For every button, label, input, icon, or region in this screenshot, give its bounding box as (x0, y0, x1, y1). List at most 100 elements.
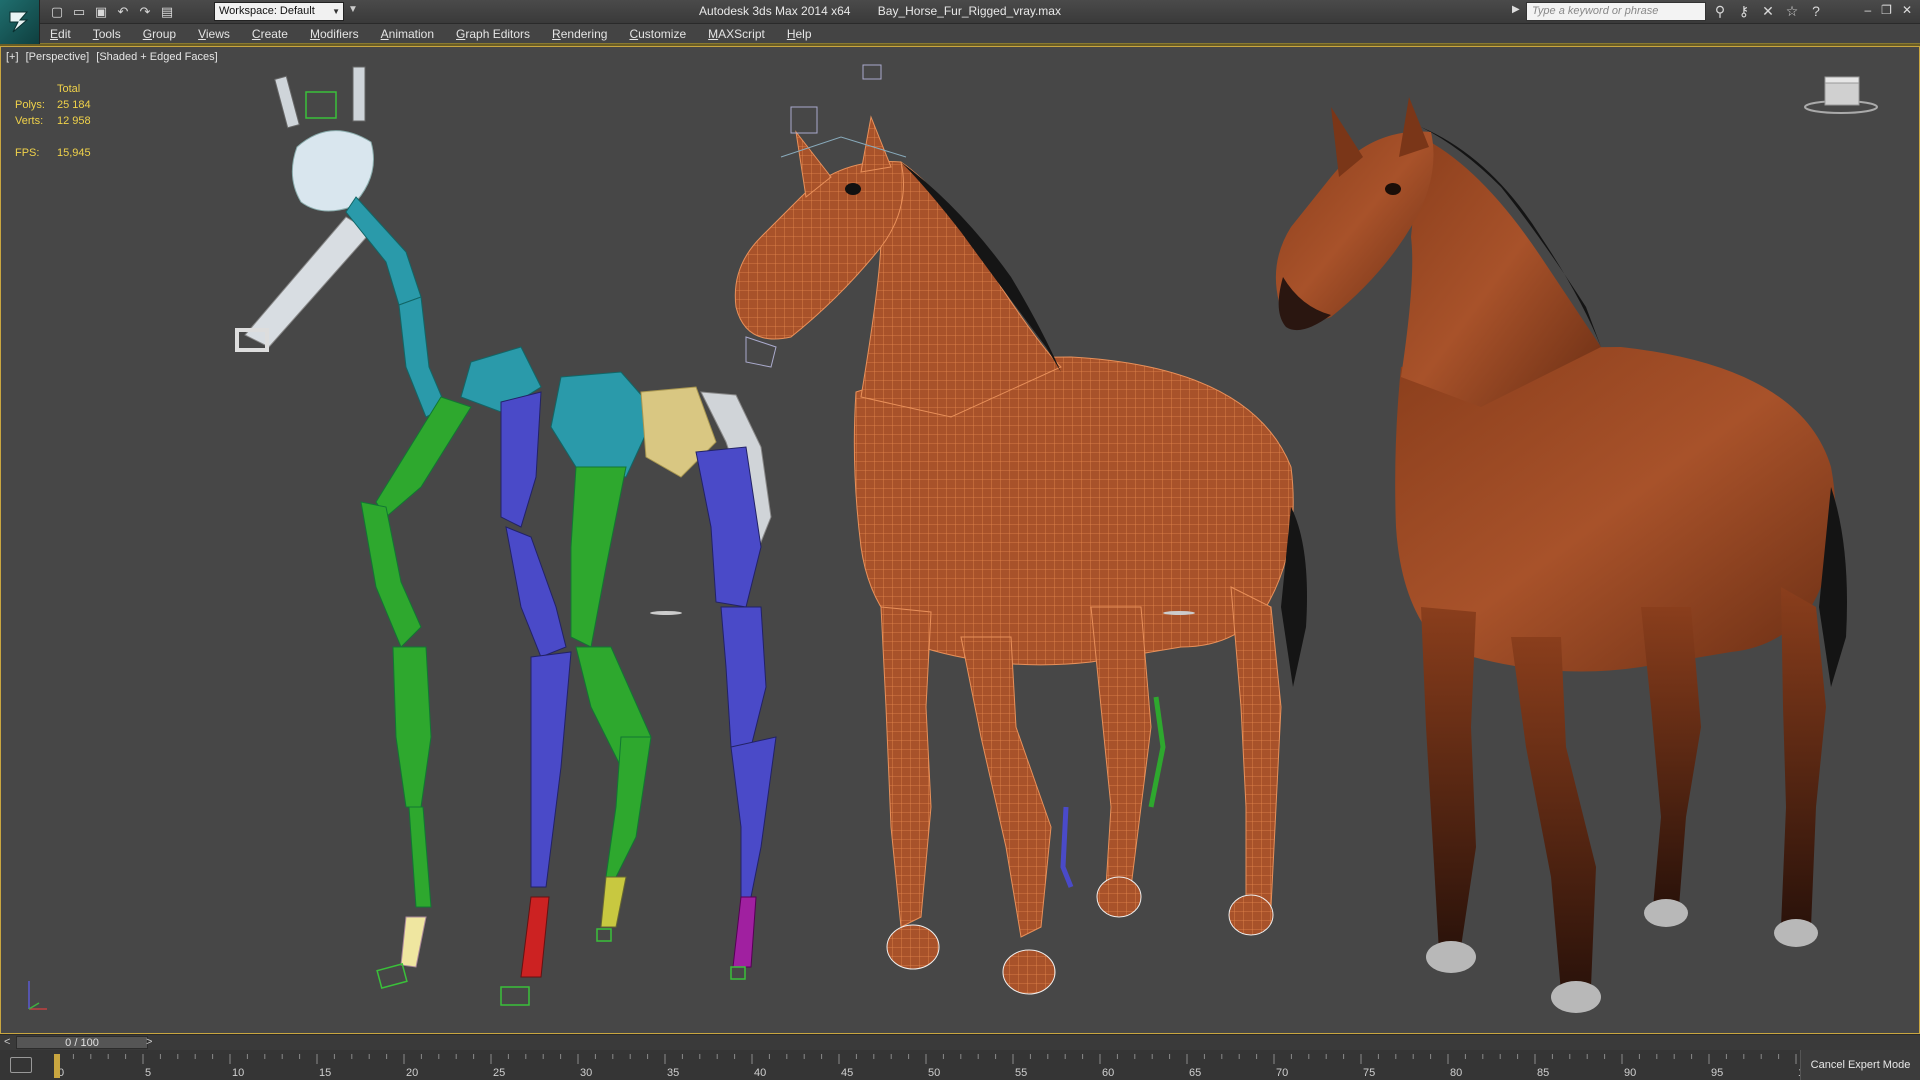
bone-rig[interactable] (235, 66, 777, 1006)
menu-maxscript[interactable]: MAXScript (708, 27, 765, 41)
restore-icon[interactable]: ❐ (1881, 3, 1892, 17)
open-file-icon[interactable]: ▭ (70, 3, 88, 21)
menu-bar: Edit Tools Group Views Create Modifiers … (40, 24, 1920, 44)
wire-hoof-2 (1002, 949, 1056, 995)
front-leg-cannon (408, 806, 432, 908)
binoculars-icon[interactable]: ⚲ (1712, 3, 1728, 20)
hind-left-lower (605, 736, 652, 878)
viewcube-icon[interactable] (1803, 73, 1879, 117)
ruler-tick-label: 35 (667, 1067, 679, 1079)
pivot-marker-2 (1163, 611, 1195, 615)
head-bone (291, 130, 374, 212)
menu-animation[interactable]: Animation (381, 27, 434, 41)
tools-icon[interactable]: ✕ (1760, 3, 1776, 20)
cancel-expert-mode-button[interactable]: Cancel Expert Mode (1800, 1050, 1920, 1080)
track-ruler[interactable]: 0510152025303540455055606570758085909510… (52, 1054, 1800, 1080)
file-name: Bay_Horse_Fur_Rigged_vray.max (877, 4, 1061, 18)
new-file-icon[interactable]: ▢ (48, 3, 66, 21)
search-expand-icon[interactable]: ▶ (1512, 4, 1520, 15)
horse-hoof-2 (1551, 981, 1601, 1013)
time-slider-prev[interactable]: < (4, 1036, 10, 1048)
jaw-control-box (745, 336, 777, 368)
scene-canvas[interactable] (1, 47, 1919, 1033)
ruler-tick-label: 45 (841, 1067, 853, 1079)
mini-curve-editor-icon[interactable] (10, 1057, 32, 1073)
ruler-tick-label: 10 (232, 1067, 244, 1079)
ruler-tick-label: 40 (754, 1067, 766, 1079)
project-folder-icon[interactable]: ▤ (158, 3, 176, 21)
pivot-marker-1 (650, 611, 682, 615)
menu-tools[interactable]: Tools (93, 27, 121, 41)
menu-edit[interactable]: Edit (50, 27, 71, 41)
wire-hoof-3 (1096, 876, 1142, 918)
ruler-tick-label: 60 (1102, 1067, 1114, 1079)
search-input[interactable]: Type a keyword or phrase (1526, 2, 1706, 21)
save-icon[interactable]: ▣ (92, 3, 110, 21)
front-right-hoof-control (500, 986, 530, 1006)
menu-create[interactable]: Create (252, 27, 288, 41)
ruler-tick-label: 85 (1537, 1067, 1549, 1079)
horse-hoof-1 (1426, 941, 1476, 973)
menu-modifiers[interactable]: Modifiers (310, 27, 359, 41)
front-leg-mid (360, 501, 422, 648)
help-icon[interactable]: ? (1808, 3, 1824, 20)
window-title: Autodesk 3ds Max 2014 x64 Bay_Horse_Fur_… (600, 4, 1160, 18)
wireframe-horse[interactable] (734, 64, 1307, 995)
application-button[interactable] (0, 0, 40, 44)
menu-graph-editors[interactable]: Graph Editors (456, 27, 530, 41)
close-icon[interactable]: ✕ (1902, 3, 1912, 17)
front-leg-lower (392, 646, 432, 808)
ruler-tick-label: 20 (406, 1067, 418, 1079)
current-frame-marker[interactable] (54, 1054, 60, 1078)
axis-tripod-icon (28, 981, 47, 1010)
wire-hind-leg-left (1090, 606, 1152, 888)
neck-bone-1 (345, 196, 422, 306)
key-icon[interactable]: ⚷ (1736, 3, 1752, 20)
ruler-tick-label: 95 (1711, 1067, 1723, 1079)
menu-rendering[interactable]: Rendering (552, 27, 607, 41)
ruler-tick-label: 55 (1015, 1067, 1027, 1079)
star-icon[interactable]: ☆ (1784, 3, 1800, 20)
quick-access-menu-icon[interactable]: ▼ (348, 4, 358, 15)
wire-front-leg-left (880, 606, 932, 928)
time-slider[interactable]: < 0 / 100 > (0, 1034, 1920, 1050)
menu-group[interactable]: Group (143, 27, 176, 41)
front-right-lower (530, 651, 572, 888)
wire-eye (845, 183, 861, 195)
ruler-tick-label: 80 (1450, 1067, 1462, 1079)
ruler-tick-label: 65 (1189, 1067, 1201, 1079)
ear-control-box-1 (790, 106, 818, 134)
hind-left-upper (570, 466, 627, 648)
ruler-tick-label: 15 (319, 1067, 331, 1079)
ruler-tick-label: 70 (1276, 1067, 1288, 1079)
horse-hoof-3 (1644, 899, 1688, 927)
minimize-icon[interactable]: – (1864, 3, 1871, 17)
menu-views[interactable]: Views (198, 27, 230, 41)
ruler-tick-label: 90 (1624, 1067, 1636, 1079)
quick-access-toolbar: ▢ ▭ ▣ ↶ ↷ ▤ (48, 3, 176, 21)
time-slider-next[interactable]: > (146, 1036, 152, 1048)
front-right-upper (500, 391, 542, 528)
chevron-down-icon: ▼ (332, 7, 340, 16)
app-name: Autodesk 3ds Max 2014 x64 (699, 4, 851, 18)
front-right-mid (505, 526, 567, 658)
horse-front-leg-left (1421, 607, 1476, 952)
ruler-tick-label: 75 (1363, 1067, 1375, 1079)
time-slider-thumb[interactable]: 0 / 100 (16, 1036, 148, 1049)
perspective-viewport[interactable]: [+] [Perspective] [Shaded + Edged Faces]… (0, 46, 1920, 1034)
ruler-tick-label: 5 (145, 1067, 151, 1079)
redo-icon[interactable]: ↷ (136, 3, 154, 21)
horse-eye (1385, 183, 1401, 195)
menu-help[interactable]: Help (787, 27, 812, 41)
textured-horse[interactable] (1275, 97, 1847, 1013)
front-right-hoof-bone (520, 896, 550, 978)
wire-bone-blue (1060, 806, 1074, 888)
wire-hind-leg-right (1230, 586, 1282, 908)
workspace-dropdown[interactable]: Workspace: Default ▼ (214, 2, 344, 21)
menu-customize[interactable]: Customize (629, 27, 686, 41)
workspace-label: Workspace: Default (219, 5, 315, 17)
front-hoof-bone (400, 916, 427, 968)
ear-control (305, 91, 337, 119)
front-hoof-control (376, 963, 408, 989)
undo-icon[interactable]: ↶ (114, 3, 132, 21)
